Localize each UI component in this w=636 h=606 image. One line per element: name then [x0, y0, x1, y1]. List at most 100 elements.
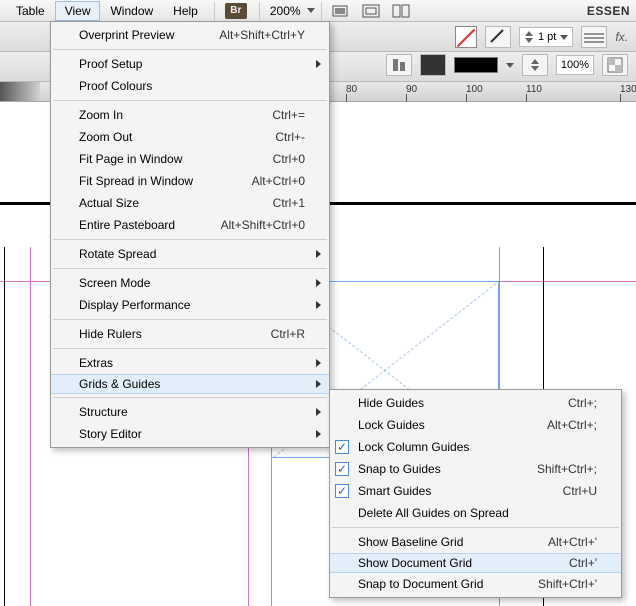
- grids-item-lock-guides[interactable]: Lock GuidesAlt+Ctrl+;: [330, 414, 621, 436]
- stroke-toggle-icon[interactable]: [485, 26, 511, 48]
- grids-item-delete-all-guides-on-spread[interactable]: Delete All Guides on Spread: [330, 502, 621, 524]
- menu-item-label: Snap to Document Grid: [358, 577, 538, 591]
- view-item-hide-rulers[interactable]: Hide RulersCtrl+R: [51, 323, 329, 345]
- grids-item-hide-guides[interactable]: Hide GuidesCtrl+;: [330, 392, 621, 414]
- menu-window[interactable]: Window: [100, 1, 163, 21]
- view-item-fit-page-in-window[interactable]: Fit Page in WindowCtrl+0: [51, 148, 329, 170]
- view-item-zoom-in[interactable]: Zoom InCtrl+=: [51, 104, 329, 126]
- chevron-down-icon: [560, 35, 568, 40]
- tint-value: 100%: [561, 59, 589, 71]
- check-icon: ✓: [335, 440, 349, 454]
- menu-item-label: Story Editor: [79, 427, 305, 441]
- menu-table[interactable]: Table: [6, 1, 55, 21]
- stroke-weight-field[interactable]: 1 pt: [519, 27, 573, 47]
- fill-swatch[interactable]: [420, 54, 446, 76]
- effects-button[interactable]: fx.: [615, 30, 628, 44]
- submenu-arrow-icon: [316, 301, 321, 309]
- screen-mode-icon[interactable]: [359, 2, 383, 20]
- separator: [259, 2, 260, 20]
- menu-item-label: Rotate Spread: [79, 247, 305, 261]
- menu-shortcut: Ctrl+-: [275, 130, 305, 144]
- menu-separator: [53, 397, 327, 398]
- view-item-display-performance[interactable]: Display Performance: [51, 294, 329, 316]
- menu-item-label: Proof Setup: [79, 57, 305, 71]
- view-item-screen-mode[interactable]: Screen Mode: [51, 272, 329, 294]
- ruler-tick: 100: [466, 84, 483, 95]
- view-item-rotate-spread[interactable]: Rotate Spread: [51, 243, 329, 265]
- menu-item-label: Overprint Preview: [79, 28, 219, 42]
- menu-shortcut: Ctrl+=: [272, 108, 305, 122]
- margin-guide-left: [30, 247, 31, 606]
- menu-shortcut: Ctrl+': [569, 556, 597, 570]
- view-item-actual-size[interactable]: Actual SizeCtrl+1: [51, 192, 329, 214]
- menu-separator: [53, 268, 327, 269]
- view-item-overprint-preview[interactable]: Overprint PreviewAlt+Shift+Ctrl+Y: [51, 24, 329, 46]
- arrange-documents-icon[interactable]: [389, 2, 413, 20]
- view-item-proof-setup[interactable]: Proof Setup: [51, 53, 329, 75]
- ruler-tick: 80: [346, 84, 357, 95]
- grids-item-snap-to-document-grid[interactable]: Snap to Document GridShift+Ctrl+': [330, 573, 621, 595]
- menu-item-label: Grids & Guides: [79, 377, 305, 391]
- submenu-arrow-icon: [316, 430, 321, 438]
- menu-item-label: Fit Spread in Window: [79, 174, 252, 188]
- view-item-fit-spread-in-window[interactable]: Fit Spread in WindowAlt+Ctrl+0: [51, 170, 329, 192]
- no-fill-swatch[interactable]: [455, 26, 477, 48]
- stroke-style-icon[interactable]: [581, 26, 607, 48]
- menu-separator: [53, 239, 327, 240]
- separator: [321, 2, 322, 20]
- menu-shortcut: Alt+Ctrl+;: [547, 418, 597, 432]
- menu-item-label: Lock Column Guides: [358, 440, 597, 454]
- chevron-down-icon: [506, 63, 514, 68]
- menu-shortcut: Ctrl+U: [563, 484, 597, 498]
- view-dropdown-menu: Overprint PreviewAlt+Shift+Ctrl+Y Proof S…: [50, 21, 330, 448]
- view-item-story-editor[interactable]: Story Editor: [51, 423, 329, 445]
- menu-help[interactable]: Help: [163, 1, 208, 21]
- tint-stepper-icon[interactable]: [522, 54, 548, 76]
- view-options-icon[interactable]: [329, 2, 353, 20]
- menu-shortcut: Ctrl+R: [271, 327, 305, 341]
- menu-shortcut: Ctrl+0: [273, 152, 305, 166]
- submenu-arrow-icon: [316, 359, 321, 367]
- menu-item-label: Display Performance: [79, 298, 305, 312]
- view-item-zoom-out[interactable]: Zoom OutCtrl+-: [51, 126, 329, 148]
- menu-shortcut: Alt+Shift+Ctrl+0: [221, 218, 305, 232]
- ruler-origin: [0, 82, 40, 101]
- menu-shortcut: Shift+Ctrl+;: [537, 462, 597, 476]
- menu-item-label: Hide Guides: [358, 396, 568, 410]
- grids-guides-submenu: Hide GuidesCtrl+;Lock GuidesAlt+Ctrl+;✓L…: [329, 389, 622, 598]
- bridge-button[interactable]: Br: [225, 3, 247, 19]
- menu-item-label: Extras: [79, 356, 305, 370]
- menu-shortcut: Shift+Ctrl+': [538, 577, 597, 591]
- ruler-tick: 110: [526, 84, 542, 95]
- view-item-extras[interactable]: Extras: [51, 352, 329, 374]
- grids-item-show-document-grid[interactable]: Show Document GridCtrl+': [330, 553, 621, 573]
- submenu-arrow-icon: [316, 408, 321, 416]
- align-icon[interactable]: [386, 54, 412, 76]
- workspace-label[interactable]: ESSEN: [587, 4, 636, 18]
- color-swatch-black[interactable]: [454, 57, 498, 73]
- menu-view[interactable]: View: [55, 1, 101, 21]
- grids-item-smart-guides[interactable]: ✓Smart GuidesCtrl+U: [330, 480, 621, 502]
- menu-item-label: Smart Guides: [358, 484, 563, 498]
- menu-item-label: Actual Size: [79, 196, 273, 210]
- zoom-level-dropdown[interactable]: 200%: [270, 4, 315, 18]
- menu-separator: [53, 100, 327, 101]
- grids-item-snap-to-guides[interactable]: ✓Snap to GuidesShift+Ctrl+;: [330, 458, 621, 480]
- view-item-proof-colours[interactable]: Proof Colours: [51, 75, 329, 97]
- submenu-arrow-icon: [316, 279, 321, 287]
- menu-item-label: Lock Guides: [358, 418, 547, 432]
- opacity-icon[interactable]: [602, 54, 628, 76]
- menu-item-label: Fit Page in Window: [79, 152, 273, 166]
- submenu-arrow-icon: [316, 60, 321, 68]
- menu-shortcut: Alt+Ctrl+0: [252, 174, 305, 188]
- grids-item-lock-column-guides[interactable]: ✓ Lock Column Guides: [330, 436, 621, 458]
- menu-separator: [53, 348, 327, 349]
- menu-shortcut: Ctrl+;: [568, 396, 597, 410]
- tint-field[interactable]: 100%: [556, 55, 594, 75]
- view-item-structure[interactable]: Structure: [51, 401, 329, 423]
- ruler-tick: 130: [620, 84, 636, 95]
- grids-item-show-baseline-grid[interactable]: Show Baseline GridAlt+Ctrl+': [330, 531, 621, 553]
- view-item-grids-guides[interactable]: Grids & Guides: [51, 374, 329, 394]
- menu-item-label: Delete All Guides on Spread: [358, 506, 597, 520]
- view-item-entire-pasteboard[interactable]: Entire PasteboardAlt+Shift+Ctrl+0: [51, 214, 329, 236]
